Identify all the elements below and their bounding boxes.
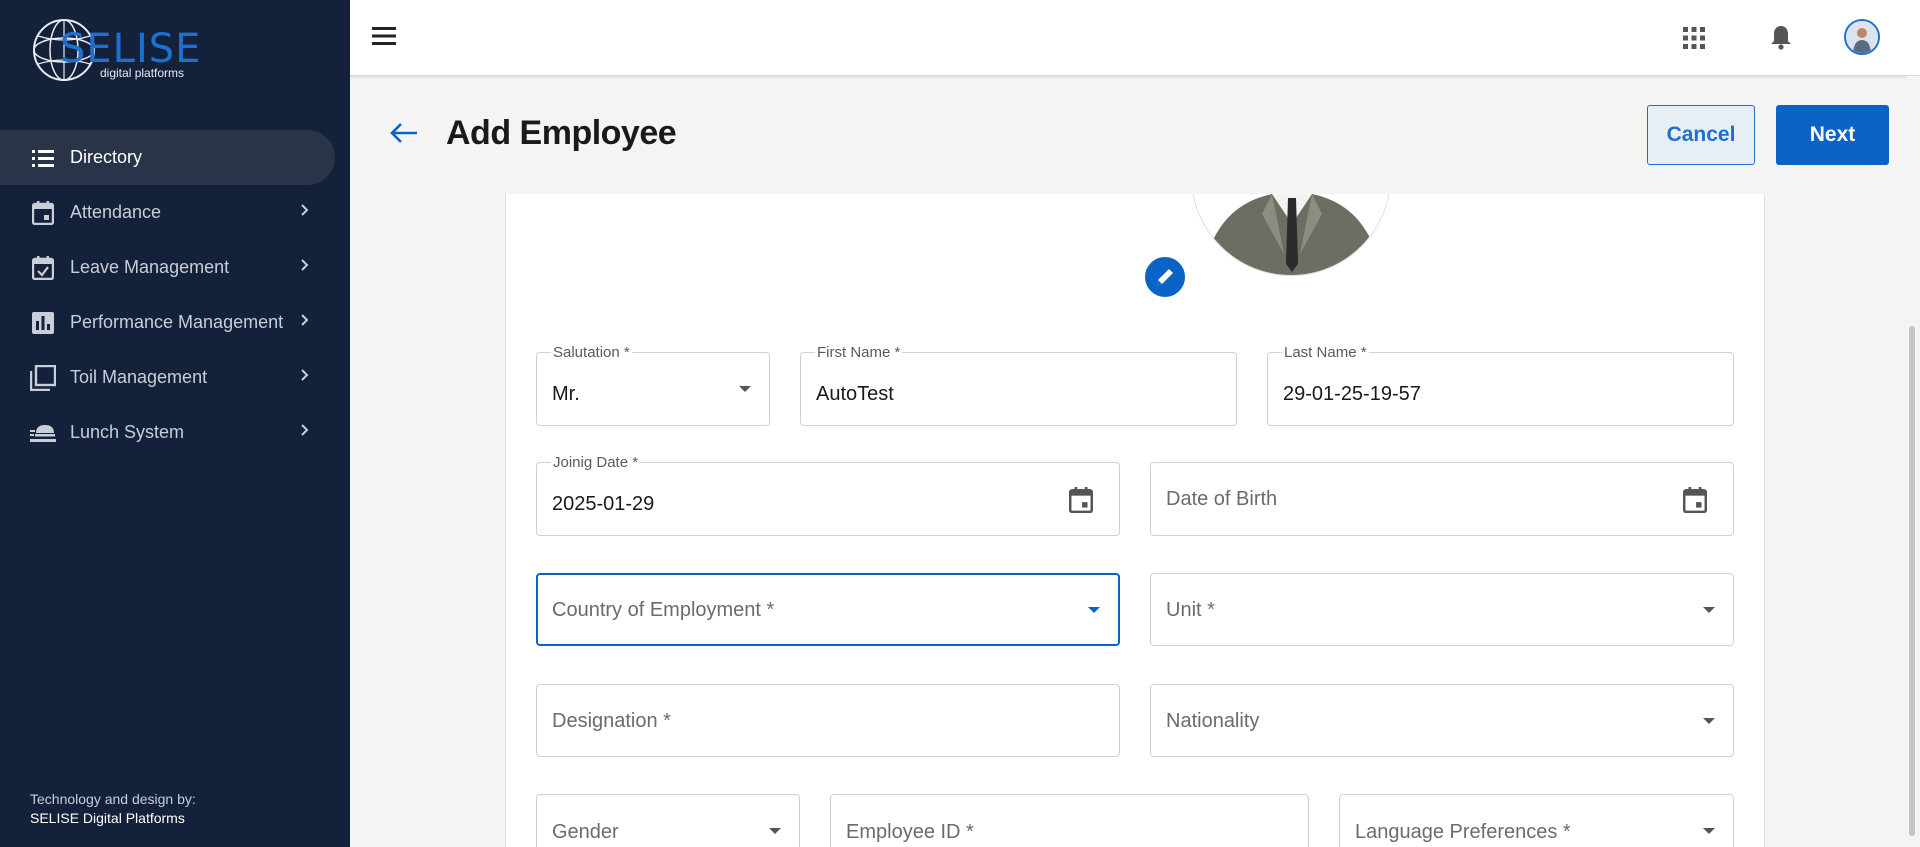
country-of-employment-select[interactable]: Country of Employment * (536, 573, 1120, 646)
calendar-check-icon (30, 255, 56, 281)
sidebar-item-label: Attendance (70, 202, 162, 222)
selise-logo[interactable]: SELISE digital platforms (30, 14, 200, 86)
last-name-label: Last Name * (1282, 344, 1369, 361)
food-icon (30, 420, 56, 446)
last-name-field[interactable]: Last Name * 29-01-25-19-57 (1267, 344, 1734, 426)
sidebar-nav: Directory Attendance Leave Management Pe… (0, 130, 350, 460)
joining-date-field[interactable]: Joinig Date * 2025-01-29 (536, 454, 1120, 536)
bell-icon[interactable] (1770, 24, 1792, 50)
sidebar-item-label: Lunch System (70, 422, 185, 442)
apps-grid-icon[interactable] (1683, 27, 1705, 49)
chevron-down-icon (1703, 718, 1715, 724)
list-icon (30, 145, 56, 171)
designation-field[interactable]: Designation * (536, 684, 1120, 757)
joining-date-value: 2025-01-29 (552, 493, 655, 515)
page-header: Add Employee Cancel Next (350, 76, 1920, 194)
chevron-right-icon (301, 314, 309, 326)
country-of-employment-placeholder: Country of Employment * (552, 599, 775, 621)
sidebar-item-label: Directory (70, 147, 143, 167)
page-title: Add Employee (446, 114, 677, 152)
sidebar: SELISE digital platforms Directory Atten… (0, 0, 350, 847)
sidebar-item-label: Performance Management (70, 312, 284, 332)
pencil-icon (1157, 269, 1173, 285)
chevron-down-icon (769, 828, 781, 834)
calendar-icon[interactable] (1683, 487, 1707, 513)
unit-placeholder: Unit * (1166, 599, 1215, 621)
brand-tagline: digital platforms (100, 66, 185, 80)
user-avatar[interactable] (1844, 19, 1880, 55)
chevron-right-icon (301, 424, 309, 436)
chevron-right-icon (301, 204, 309, 216)
joining-date-label: Joinig Date * (551, 454, 641, 471)
calendar-icon[interactable] (1069, 487, 1093, 513)
bar-chart-icon (30, 310, 56, 336)
chevron-right-icon (301, 369, 309, 381)
page-scrollbar[interactable] (1906, 76, 1920, 847)
sidebar-item-performance-management[interactable]: Performance Management (0, 295, 350, 350)
sidebar-item-directory[interactable]: Directory (0, 130, 335, 185)
menu-icon[interactable] (372, 26, 396, 46)
salutation-select[interactable]: Salutation * Mr. (536, 344, 770, 426)
designation-placeholder: Designation * (552, 710, 671, 732)
back-arrow-icon[interactable] (390, 122, 418, 144)
employee-id-placeholder: Employee ID * (846, 821, 974, 843)
top-bar (350, 0, 1920, 76)
language-preferences-placeholder: Language Preferences * (1355, 821, 1571, 843)
unit-select[interactable]: Unit * (1150, 573, 1734, 646)
sidebar-item-attendance[interactable]: Attendance (0, 185, 350, 240)
sidebar-item-leave-management[interactable]: Leave Management (0, 240, 350, 295)
language-preferences-select[interactable]: Language Preferences * (1339, 794, 1734, 847)
sidebar-item-label: Toil Management (70, 367, 208, 387)
nationality-select[interactable]: Nationality (1150, 684, 1734, 757)
calendar-icon (30, 200, 56, 226)
sidebar-item-toil-management[interactable]: Toil Management (0, 350, 350, 405)
salutation-label: Salutation * (551, 344, 632, 361)
gender-placeholder: Gender (552, 821, 619, 843)
last-name-value: 29-01-25-19-57 (1283, 383, 1421, 405)
credit-line: Technology and design by: (30, 791, 196, 807)
nationality-placeholder: Nationality (1166, 710, 1260, 732)
first-name-field[interactable]: First Name * AutoTest (800, 344, 1237, 426)
first-name-value: AutoTest (816, 383, 894, 405)
chevron-down-icon (1703, 828, 1715, 834)
chevron-right-icon (301, 259, 309, 271)
edit-photo-button[interactable] (1142, 254, 1188, 300)
date-of-birth-placeholder: Date of Birth (1166, 488, 1278, 510)
sidebar-item-lunch-system[interactable]: Lunch System (0, 405, 350, 460)
copy-icon (30, 364, 56, 391)
chevron-down-icon (1088, 607, 1100, 613)
gender-select[interactable]: Gender (536, 794, 800, 847)
salutation-value: Mr. (552, 383, 580, 405)
date-of-birth-field[interactable]: Date of Birth (1150, 462, 1734, 536)
chevron-down-icon (739, 386, 751, 392)
chevron-down-icon (1703, 607, 1715, 613)
profile-photo (1191, 194, 1391, 276)
scrollbar-thumb[interactable] (1909, 326, 1915, 836)
credit-company: SELISE Digital Platforms (30, 810, 185, 826)
cancel-button[interactable]: Cancel (1647, 105, 1755, 165)
first-name-label: First Name * (815, 344, 903, 361)
credit: Technology and design by: SELISE Digital… (30, 790, 196, 828)
employee-id-field[interactable]: Employee ID * (830, 794, 1309, 847)
sidebar-item-label: Leave Management (70, 257, 230, 277)
next-button[interactable]: Next (1776, 105, 1889, 165)
